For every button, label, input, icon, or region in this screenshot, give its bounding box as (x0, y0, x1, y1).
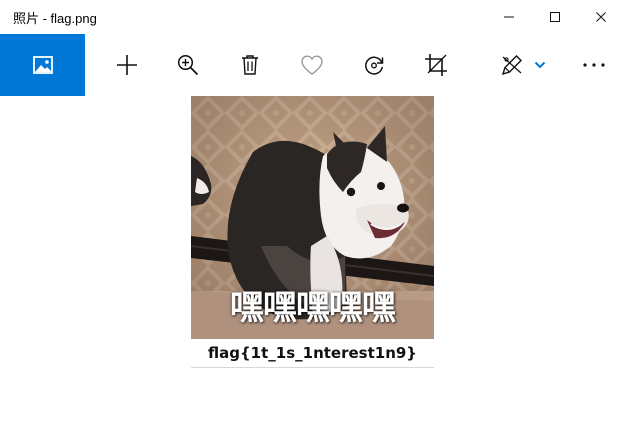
edit-dropdown-button[interactable] (526, 45, 554, 85)
window-title: 照片 - flag.png (13, 11, 97, 26)
minimize-icon (504, 16, 514, 18)
maximize-button[interactable] (532, 0, 578, 34)
add-icon (117, 55, 137, 75)
displayed-image[interactable]: 嘿嘿嘿嘿嘿 flag{1t_1s_1nterest1n9} (191, 96, 434, 368)
close-icon (596, 12, 606, 22)
maximize-icon (550, 12, 560, 22)
crop-icon (425, 54, 447, 76)
zoom-in-icon (177, 54, 199, 76)
delete-button[interactable] (230, 45, 270, 85)
app-toolbar (0, 34, 624, 96)
edit-draw-icon (501, 55, 522, 76)
minimize-button[interactable] (486, 0, 532, 34)
title-bar: 照片 - flag.png (0, 0, 624, 34)
photos-home-icon (32, 56, 53, 74)
favorite-icon (301, 55, 323, 75)
meme-caption: 嘿嘿嘿嘿嘿 (230, 288, 396, 328)
zoom-in-button[interactable] (168, 45, 208, 85)
image-bottom-border (191, 367, 434, 368)
close-button[interactable] (578, 0, 624, 34)
favorite-button[interactable] (292, 45, 332, 85)
rotate-button[interactable] (354, 45, 394, 85)
chevron-down-icon (534, 61, 546, 69)
add-button[interactable] (107, 45, 147, 85)
rotate-icon (365, 56, 384, 75)
more-icon (583, 63, 605, 67)
flag-text: flag{1t_1s_1nterest1n9} (208, 344, 417, 362)
image-canvas[interactable]: 嘿嘿嘿嘿嘿 flag{1t_1s_1nterest1n9} (0, 96, 624, 424)
meme-photo: 嘿嘿嘿嘿嘿 (191, 96, 434, 339)
more-button[interactable] (574, 45, 614, 85)
crop-button[interactable] (416, 45, 456, 85)
photos-home-button[interactable] (0, 34, 85, 96)
delete-icon (242, 55, 258, 75)
